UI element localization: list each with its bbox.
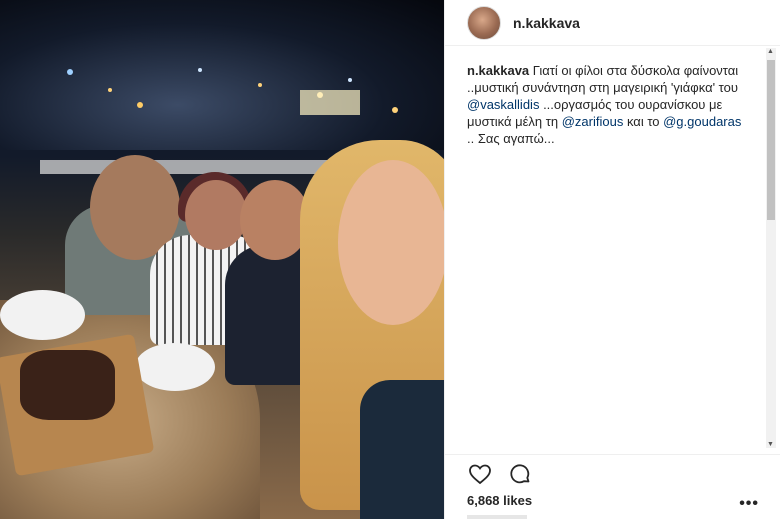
terrace-railing (40, 160, 340, 174)
more-options-icon[interactable]: ••• (739, 495, 759, 513)
mention-link[interactable]: @g.goudaras (663, 114, 741, 129)
mention-link[interactable]: @zarifious (562, 114, 624, 129)
scroll-down-icon[interactable]: ▼ (767, 441, 774, 448)
post-actions: 6,868 likes ••• (445, 454, 780, 519)
action-icons (467, 461, 533, 487)
caption-text: και το (623, 114, 664, 129)
post-caption: n.kakkava Γιατί οι φίλοι στα δύσκολα φαί… (467, 62, 743, 147)
avatar[interactable] (467, 5, 501, 40)
caption-text: .. Σας αγαπώ... (467, 131, 555, 146)
comment-icon[interactable] (507, 461, 533, 487)
person-4-body (360, 380, 444, 519)
post-side-panel: n.kakkava n.kakkava Γιατί οι φίλοι στα δ… (444, 0, 780, 519)
heart-icon[interactable] (467, 461, 493, 487)
caption-area: n.kakkava Γιατί οι φίλοι στα δύσκολα φαί… (445, 46, 780, 454)
mention-link[interactable]: @vaskallidis (467, 97, 539, 112)
scroll-up-icon[interactable]: ▲ (767, 48, 774, 55)
scroll-thumb[interactable] (767, 60, 775, 220)
timestamp-partial (467, 515, 527, 519)
username-link[interactable]: n.kakkava (513, 15, 580, 31)
city-lights (67, 68, 398, 115)
person-4-face (338, 160, 444, 325)
scrollbar[interactable]: ▲ ▼ (766, 48, 776, 448)
likes-count[interactable]: 6,868 likes (467, 493, 532, 508)
plate (135, 343, 215, 391)
caption-username[interactable]: n.kakkava (467, 63, 529, 78)
post-photo[interactable] (0, 0, 444, 519)
person-2-face (185, 180, 247, 250)
post-header: n.kakkava (445, 0, 780, 46)
grilled-meat (20, 350, 115, 420)
plate (0, 290, 85, 340)
